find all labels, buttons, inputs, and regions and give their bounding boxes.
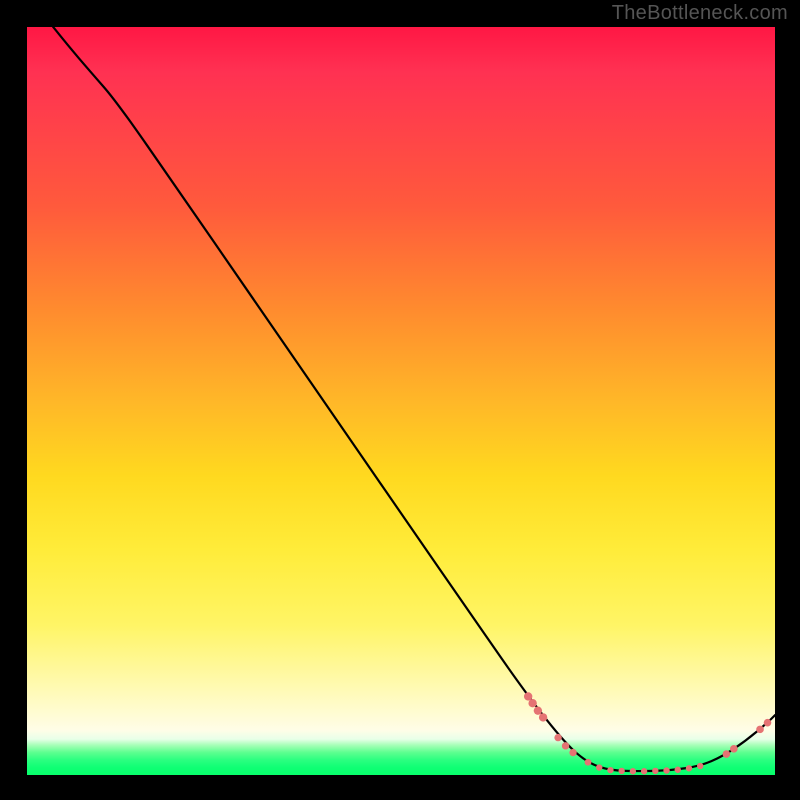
curve-marker	[756, 726, 764, 734]
curve-marker	[607, 767, 613, 773]
curve-marker	[596, 764, 602, 770]
curve-marker	[764, 719, 772, 727]
curve-marker	[686, 765, 692, 771]
curve-marker	[730, 745, 738, 753]
plot-area	[27, 27, 775, 775]
curve-marker	[539, 713, 547, 721]
curve-marker	[630, 768, 636, 774]
curve-marker	[528, 699, 536, 707]
watermark-label: TheBottleneck.com	[612, 2, 788, 25]
curve-marker	[569, 749, 576, 756]
curve-marker	[663, 767, 669, 773]
chart-container: TheBottleneck.com	[0, 0, 800, 800]
curve-marker	[641, 768, 647, 774]
curve-marker	[554, 734, 561, 741]
bottleneck-curve	[27, 27, 775, 775]
curve-marker	[723, 750, 731, 758]
curve-marker	[618, 768, 624, 774]
curve-marker	[534, 706, 542, 714]
curve-marker	[697, 763, 703, 769]
curve-marker	[652, 768, 658, 774]
curve-line	[53, 27, 775, 771]
curve-marker	[562, 742, 569, 749]
curve-markers	[524, 692, 771, 774]
curve-marker	[675, 767, 681, 773]
curve-marker	[585, 759, 592, 766]
